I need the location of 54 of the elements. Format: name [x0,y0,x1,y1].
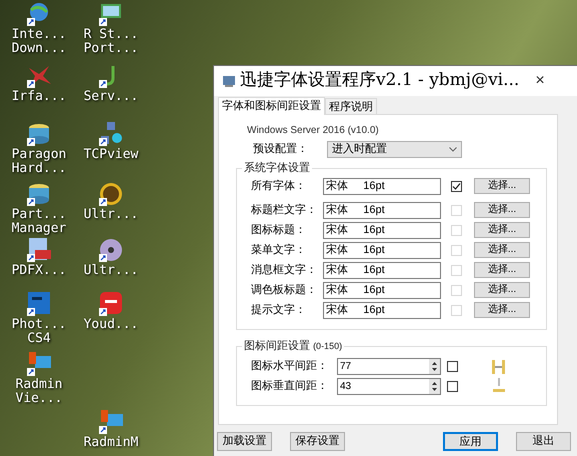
shortcut-label[interactable]: Inte... Down... [2,28,76,56]
checkbox[interactable] [447,360,458,372]
font-field[interactable]: 宋体 16pt [323,178,441,194]
checkmark-icon [452,182,461,190]
choose-button[interactable]: 选择... [474,178,530,194]
shortcut-icon[interactable] [25,350,53,378]
footer-button[interactable]: 保存设置 [290,432,345,451]
footer-button[interactable]: 加载设置 [217,432,272,451]
tab[interactable]: 字体和图标间距设置 [218,97,325,115]
preset-dropdown[interactable]: 进入时配置 [327,141,462,158]
spin-field[interactable]: 43 [337,378,441,394]
shortcut-icon[interactable] [25,290,53,318]
tab[interactable]: 程序说明 [325,98,377,114]
window-title: 迅捷字体设置程序v2.1 - ybmj@vi... [240,69,520,92]
field-label: 标题栏文字： [251,202,318,218]
spin-field[interactable]: 77 [337,358,441,374]
field-label: 图标垂直间距： [251,378,329,394]
shortcut-label[interactable]: Youd... [74,318,148,332]
footer-button[interactable]: 退出 [516,432,571,451]
field-label: 菜单文字： [251,242,307,258]
spinner-arrows-icon[interactable] [429,378,440,394]
shortcut-label[interactable]: Paragon Hard... [2,148,76,176]
spacing-preview-icon [490,358,508,394]
shortcut-label[interactable]: Phot... CS4 [2,318,76,346]
shortcut-label[interactable]: Irfa... [2,90,76,104]
shortcut-label[interactable]: Ultr... [74,208,148,222]
field-label: 提示文字： [251,302,307,318]
os-version: Windows Server 2016 (v10.0) [247,124,380,137]
close-button[interactable]: × [535,69,545,93]
chevron-down-icon [449,147,457,152]
shortcut-label[interactable]: R St... Port... [74,28,148,56]
app-icon [222,74,236,88]
shortcut-label[interactable]: TCPview [74,148,148,162]
field-label: 所有字体： [251,178,307,194]
field-label: 调色板标题： [251,282,318,298]
shortcut-icon[interactable] [97,290,125,318]
footer-button[interactable]: 应用 [443,432,498,451]
shortcut-label[interactable]: PDFX... [2,264,76,278]
checkbox[interactable] [447,380,458,392]
shortcut-icon[interactable] [97,180,125,208]
field-label: 消息框文字： [251,262,318,278]
shortcut-label[interactable]: Ultr... [74,264,148,278]
shortcut-icon[interactable] [25,236,53,264]
checkbox[interactable] [451,180,462,192]
field-label: 图标标题： [251,222,307,238]
shortcut-icon[interactable] [97,236,125,264]
spinner-arrows-icon[interactable] [429,358,440,374]
shortcut-icon[interactable] [97,120,125,148]
field-label: 预设配置： [253,142,309,158]
shortcut-label[interactable]: Serv... [74,90,148,104]
shortcut-label[interactable]: Part... Manager [2,208,76,236]
shortcut-label[interactable]: Radmin Vie... [2,378,76,406]
shortcut-label[interactable]: RadminM [74,436,148,450]
field-label: 图标水平间距： [251,358,329,374]
